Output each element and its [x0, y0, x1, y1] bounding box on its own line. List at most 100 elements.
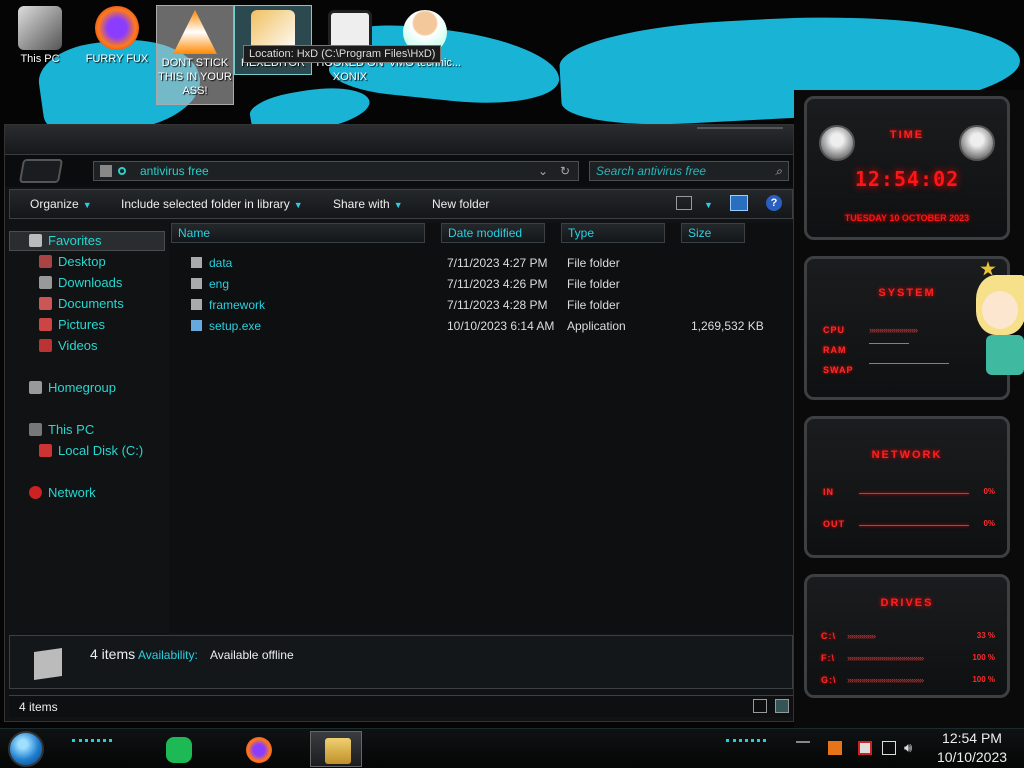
desktop-icon-furry-fux[interactable]: FURRY FUX [79, 2, 155, 78]
desktop-icon-dont-stick[interactable]: DONT STICK THIS IN YOUR ASS! [156, 5, 234, 105]
folder-icon [100, 165, 112, 177]
system-clock[interactable]: 12:54 PM 10/10/2023 [924, 729, 1020, 767]
nav-homegroup[interactable]: Homegroup [29, 380, 116, 395]
network-gadget: NETWORK IN 0% OUT 0% [804, 416, 1010, 558]
star-icon [29, 234, 42, 247]
availability-label: Availability: [138, 648, 198, 662]
network-in-graph [859, 493, 969, 494]
table-row[interactable]: framework 7/11/2023 4:28 PM File folder [169, 295, 793, 315]
vlc-cone-icon [173, 10, 217, 54]
taskbar: 🔊︎ 12:54 PM 10/10/2023 [0, 728, 1024, 768]
homegroup-icon [29, 381, 42, 394]
gadget-sidebar: TIME 12:54:02 TUESDAY 10 OCTOBER 2023 SY… [794, 90, 1024, 730]
ram-meter [869, 343, 909, 344]
taskbar-app-firefox[interactable] [232, 731, 284, 767]
start-button[interactable] [8, 731, 44, 767]
application-icon [191, 320, 202, 331]
notes-app-icon [166, 737, 192, 763]
share-with-button[interactable]: Share with ▼ [333, 197, 403, 211]
picture-icon [39, 318, 52, 331]
folder-icon [191, 278, 202, 289]
chevron-down-icon: ▼ [82, 200, 92, 210]
column-header-name[interactable]: Name [171, 223, 425, 243]
address-row: antivirus free ⌄ ↻ Search antivirus free… [5, 155, 793, 187]
nav-downloads[interactable]: Downloads [39, 275, 122, 290]
organize-button[interactable]: Organize ▼ [30, 197, 92, 211]
cartoon-character-image [966, 255, 1024, 385]
swap-meter [869, 363, 949, 364]
show-hidden-icons-icon[interactable] [796, 741, 810, 755]
explorer-window: antivirus free ⌄ ↻ Search antivirus free… [4, 124, 794, 722]
network-icon [29, 486, 42, 499]
chevron-down-icon: ▼ [393, 200, 403, 210]
command-bar: Organize ▼ Include selected folder in lib… [9, 189, 793, 219]
nav-desktop[interactable]: Desktop [39, 254, 106, 269]
volume-icon[interactable]: 🔊︎ [904, 741, 918, 755]
drive-c-meter: »»»»»»» [847, 631, 876, 641]
column-header-type[interactable]: Type [561, 223, 665, 243]
network-out-graph [859, 525, 969, 526]
computer-icon [29, 423, 42, 436]
network-status-icon[interactable] [882, 741, 896, 755]
gadget-date: TUESDAY 10 OCTOBER 2023 [844, 213, 970, 223]
file-list: Name Date modified Type Size data 7/11/2… [169, 223, 793, 633]
back-forward-button[interactable] [18, 159, 64, 183]
drive-f-meter: »»»»»»»»»»»»»»»»»»» [847, 653, 924, 663]
desktop-icon-vmo[interactable]: VMO technic... [387, 6, 463, 74]
column-header-date[interactable]: Date modified [441, 223, 545, 243]
new-folder-button[interactable]: New folder [432, 197, 489, 211]
breadcrumb-separator-icon [118, 167, 126, 175]
tray-app-icon[interactable] [828, 741, 842, 755]
view-options-icon[interactable] [676, 196, 692, 210]
folder-icon [191, 257, 202, 268]
time-gadget: TIME 12:54:02 TUESDAY 10 OCTOBER 2023 [804, 96, 1010, 240]
hard-drive-icon [39, 444, 52, 457]
nav-this-pc[interactable]: This PC [29, 422, 94, 437]
help-icon[interactable]: ? [766, 195, 782, 211]
firefox-icon [246, 737, 272, 763]
folder-icon [191, 299, 202, 310]
window-titlebar[interactable] [5, 125, 793, 155]
drive-g-meter: »»»»»»»»»»»»»»»»»»» [847, 675, 924, 685]
availability-value: Available offline [210, 648, 294, 662]
computer-icon [18, 6, 62, 50]
nav-network[interactable]: Network [29, 485, 96, 500]
search-input[interactable]: Search antivirus free ⌕ [589, 161, 789, 181]
nav-pictures[interactable]: Pictures [39, 317, 105, 332]
details-view-icon[interactable] [753, 699, 767, 713]
chevron-down-icon: ▼ [293, 200, 303, 210]
chevron-down-icon[interactable]: ⌄ [538, 162, 548, 180]
taskbar-app-explorer[interactable] [310, 731, 362, 767]
status-bar: 4 items [9, 695, 793, 717]
item-count: 4 items [90, 646, 136, 662]
nav-local-disk[interactable]: Local Disk (C:) [39, 443, 143, 458]
download-icon [39, 276, 52, 289]
table-row[interactable]: eng 7/11/2023 4:26 PM File folder [169, 274, 793, 294]
desktop-icon-hexeditor[interactable]: HEXEDITOR [234, 5, 312, 75]
column-header-size[interactable]: Size [681, 223, 745, 243]
preview-pane-icon[interactable] [730, 195, 748, 211]
table-row[interactable]: data 7/11/2023 4:27 PM File folder [169, 253, 793, 273]
table-row[interactable]: setup.exe 10/10/2023 6:14 AM Application… [169, 316, 793, 336]
details-pane: 4 items Availability: Available offline [9, 635, 793, 689]
action-center-flag-icon[interactable] [858, 741, 872, 755]
file-explorer-icon [325, 738, 351, 764]
refresh-icon[interactable]: ↻ [560, 162, 570, 180]
location-tooltip: Location: HxD (C:\Program Files\HxD) [243, 45, 442, 63]
folder-preview-icon [34, 648, 62, 680]
desktop-icon-this-pc[interactable]: This PC [2, 2, 78, 78]
view-dropdown-icon[interactable]: ▼ [700, 197, 713, 211]
large-icons-view-icon[interactable] [775, 699, 789, 713]
nav-documents[interactable]: Documents [39, 296, 124, 311]
nav-favorites[interactable]: Favorites [29, 233, 101, 248]
cpu-meter: »»»»»»»»»»»» [869, 325, 918, 335]
gadget-clock: 12:54:02 [854, 167, 960, 191]
address-bar[interactable]: antivirus free ⌄ ↻ [93, 161, 579, 181]
document-icon [39, 297, 52, 310]
search-icon: ⌕ [775, 164, 782, 178]
taskbar-app-notes[interactable] [152, 731, 204, 767]
nav-videos[interactable]: Videos [39, 338, 98, 353]
address-text: antivirus free [140, 164, 209, 178]
video-icon [39, 339, 52, 352]
include-in-library-button[interactable]: Include selected folder in library ▼ [121, 197, 303, 211]
